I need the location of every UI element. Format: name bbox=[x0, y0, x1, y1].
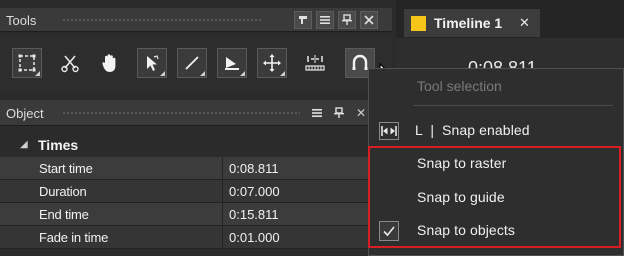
snap-context-menu: Tool selection L | Snap enabled Snap to … bbox=[368, 68, 624, 256]
menu-item-snap-to-objects[interactable]: Snap to objects bbox=[369, 215, 623, 246]
snap-icon bbox=[352, 54, 368, 70]
menu-button[interactable] bbox=[316, 11, 334, 29]
timeline-color-swatch bbox=[411, 16, 426, 31]
cut-icon bbox=[61, 55, 79, 73]
menu-item-label: L | Snap enabled bbox=[415, 122, 530, 138]
menu-icon bbox=[320, 16, 330, 24]
property-key: Duration bbox=[39, 184, 87, 199]
property-row-duration[interactable]: Duration 0:07.000 bbox=[0, 180, 388, 203]
property-value[interactable]: 0:15.811 bbox=[229, 207, 279, 222]
menu-item-label: Snap to guide bbox=[417, 189, 505, 205]
object-menu-button[interactable] bbox=[308, 104, 326, 122]
close-button[interactable] bbox=[360, 11, 378, 29]
pin-button[interactable] bbox=[338, 11, 356, 29]
object-pin-button[interactable] bbox=[330, 104, 348, 122]
line-tool[interactable] bbox=[177, 48, 207, 78]
menu-separator bbox=[413, 105, 613, 106]
move-icon bbox=[263, 54, 281, 72]
menu-header-label: Tool selection bbox=[417, 78, 502, 94]
property-key: End time bbox=[39, 207, 89, 222]
column-divider bbox=[222, 203, 223, 226]
property-grid: Start time 0:08.811 Duration 0:07.000 En… bbox=[0, 157, 388, 256]
tools-panel-title: Tools bbox=[6, 13, 37, 28]
object-panel-titlebar: Object ✕ bbox=[0, 100, 392, 126]
property-key: Start time bbox=[39, 161, 93, 176]
split-icon bbox=[305, 55, 325, 71]
menu-item-snap-enabled[interactable]: L | Snap enabled bbox=[369, 115, 623, 146]
menu-item-label: Snap to raster bbox=[417, 155, 507, 171]
arrow-select-tool[interactable] bbox=[137, 48, 167, 78]
column-divider bbox=[222, 226, 223, 249]
cut-tool[interactable] bbox=[55, 48, 85, 78]
split-tool[interactable] bbox=[300, 48, 330, 78]
hand-tool[interactable] bbox=[95, 48, 125, 78]
property-row-end-time[interactable]: End time 0:15.811 bbox=[0, 203, 388, 226]
tools-toolbar bbox=[0, 35, 392, 93]
tools-panel-titlebar: Tools bbox=[0, 8, 392, 32]
property-row-start-time[interactable]: Start time 0:08.811 bbox=[0, 157, 388, 180]
column-divider bbox=[222, 180, 223, 203]
close-icon bbox=[364, 15, 374, 25]
fill-icon bbox=[225, 57, 239, 70]
property-value[interactable]: 0:07.000 bbox=[229, 184, 280, 199]
menu-item-snap-to-raster[interactable]: Snap to raster bbox=[369, 148, 623, 179]
column-divider bbox=[222, 157, 223, 180]
object-panel-title: Object bbox=[6, 106, 44, 121]
menu-icon bbox=[312, 109, 322, 117]
pin-icon bbox=[334, 107, 344, 118]
panel-grip[interactable] bbox=[62, 111, 300, 115]
tab-timeline-1[interactable]: Timeline 1 ✕ bbox=[404, 9, 540, 37]
collapse-triangle-icon[interactable]: ◢ bbox=[20, 139, 28, 150]
snap-toggle-icon bbox=[379, 122, 399, 140]
hand-icon bbox=[102, 54, 116, 72]
panel-grip[interactable] bbox=[62, 18, 262, 22]
times-group-label: Times bbox=[38, 137, 79, 153]
selection-rectangle-icon bbox=[18, 54, 36, 72]
arrow-select-icon bbox=[147, 55, 159, 71]
tab-close-icon[interactable]: ✕ bbox=[519, 15, 530, 31]
move-tool[interactable] bbox=[257, 48, 287, 78]
object-close-partial-icon[interactable]: ✕ bbox=[356, 106, 366, 120]
menu-item-snap-to-guide[interactable]: Snap to guide bbox=[369, 182, 623, 213]
time-display: 0:08.811 bbox=[468, 60, 537, 68]
property-value[interactable]: 0:08.811 bbox=[229, 161, 279, 176]
times-group-header[interactable]: ◢ Times bbox=[0, 134, 388, 156]
pin-config-button[interactable] bbox=[294, 11, 312, 29]
timeline-tab-label: Timeline 1 bbox=[434, 15, 503, 31]
property-value[interactable]: 0:01.000 bbox=[229, 230, 280, 245]
menu-item-label: Snap to objects bbox=[417, 222, 516, 238]
property-key: Fade in time bbox=[39, 230, 109, 245]
fill-tool[interactable] bbox=[217, 48, 247, 78]
pin-config-icon bbox=[299, 16, 307, 24]
property-row-fade-in-time[interactable]: Fade in time 0:01.000 bbox=[0, 226, 388, 249]
line-icon bbox=[185, 56, 199, 70]
checkmark-icon bbox=[379, 221, 399, 241]
pin-icon bbox=[342, 14, 352, 25]
selection-tool[interactable] bbox=[12, 48, 42, 78]
